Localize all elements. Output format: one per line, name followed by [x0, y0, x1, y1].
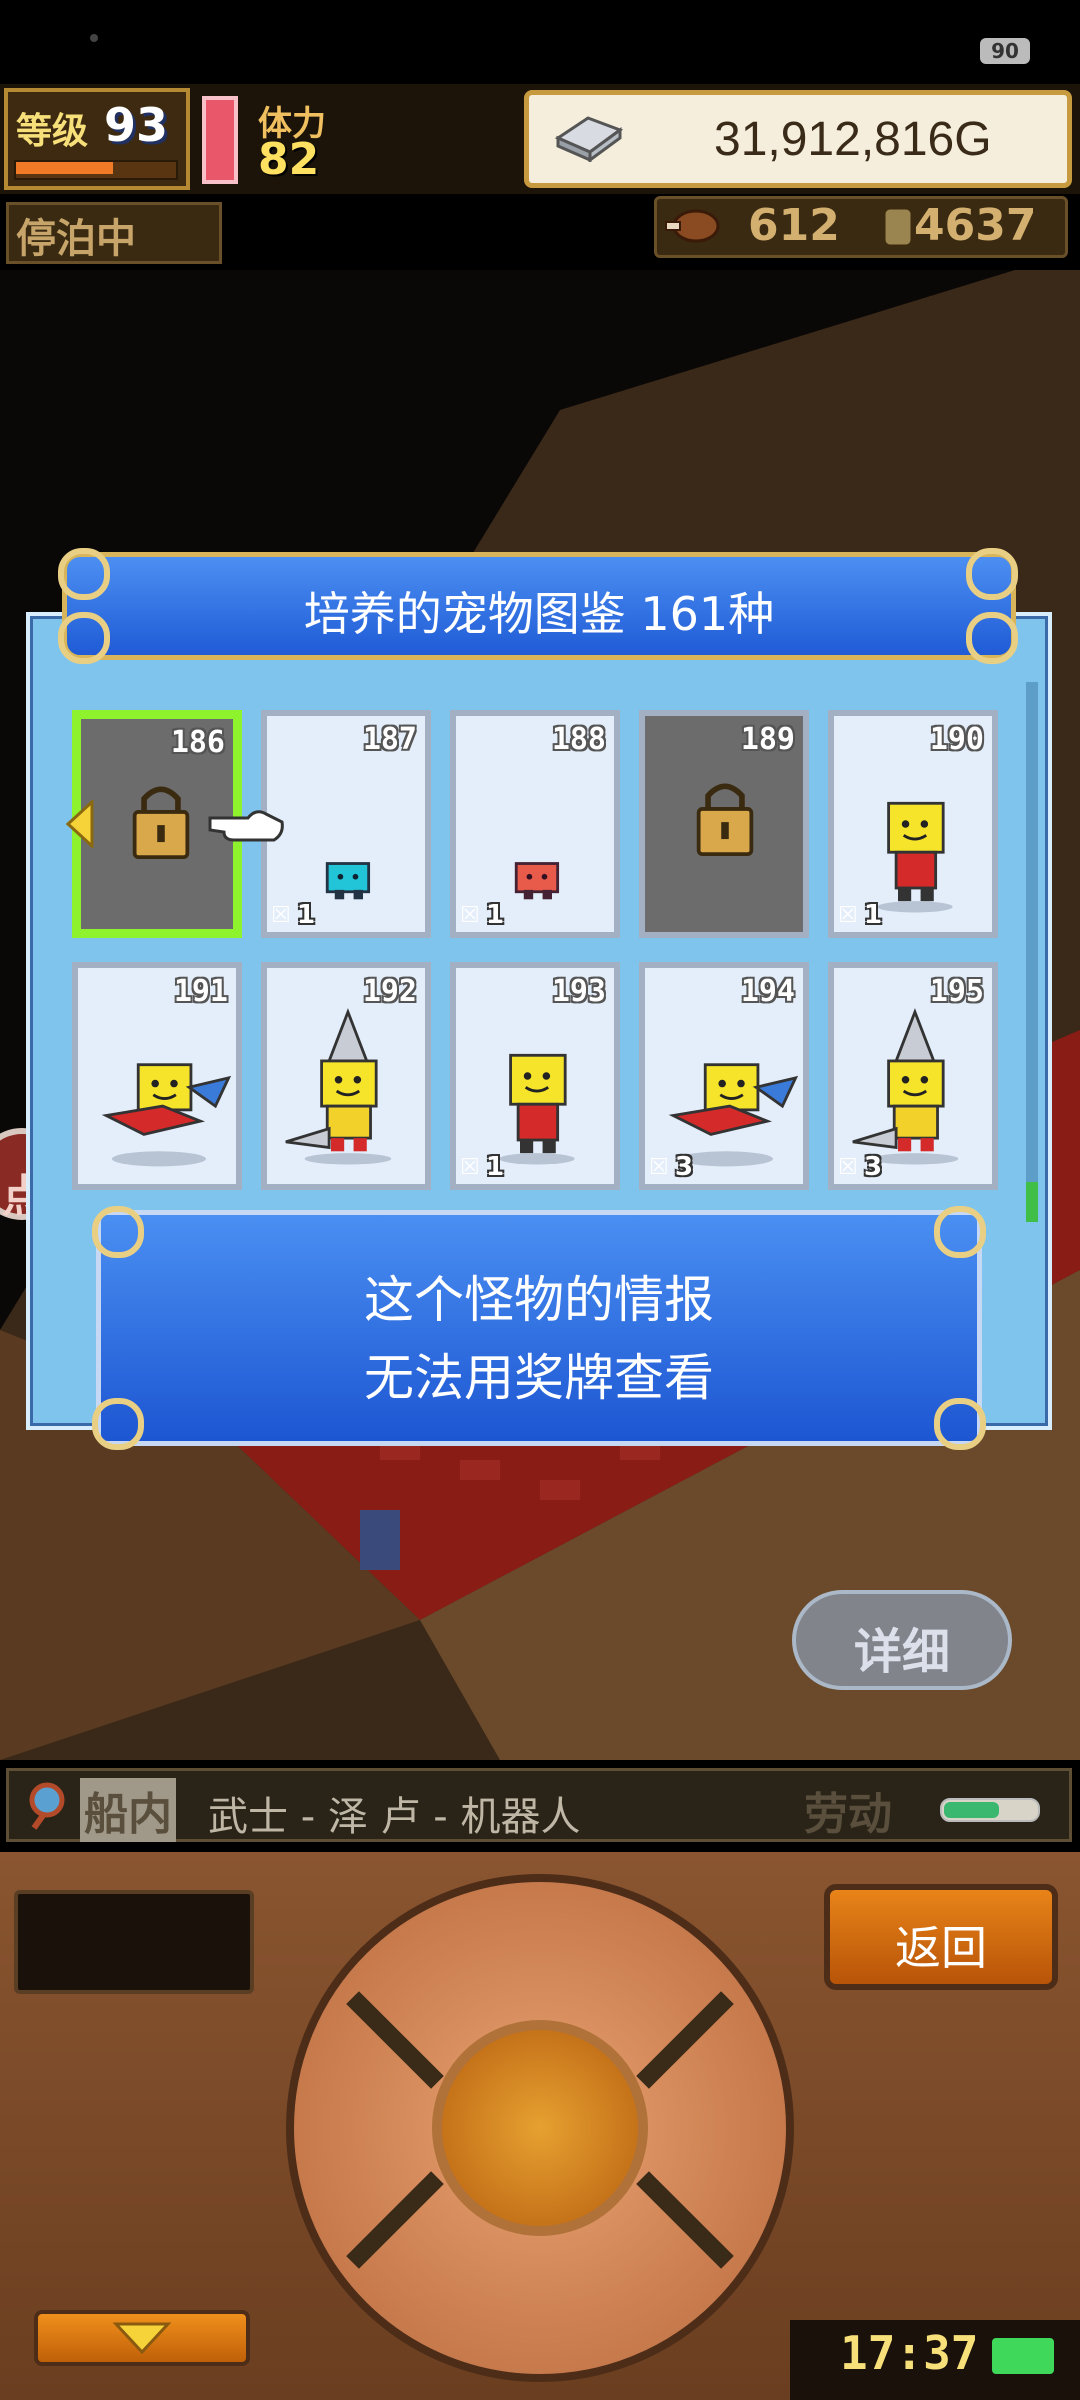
- multiply-icon: ☒: [649, 1155, 669, 1180]
- pet-number: 193: [551, 974, 606, 1009]
- level-label: 等级: [16, 111, 89, 152]
- scrollbar-thumb[interactable]: [1026, 1182, 1038, 1222]
- down-arrow-icon: [112, 2322, 172, 2354]
- pet-number: 195: [929, 974, 984, 1009]
- pet-count: 3: [864, 1152, 883, 1182]
- selection-arrow-icon: [66, 800, 94, 848]
- gold-amount: 31,912,816G: [714, 113, 992, 166]
- pet-count: 1: [297, 900, 316, 930]
- pet-card[interactable]: 190 ☒ 1: [828, 710, 998, 938]
- map-pin-icon: [29, 1782, 65, 1830]
- multiply-icon: ☒: [271, 903, 291, 928]
- job-progress-fill: [944, 1802, 999, 1818]
- multiply-icon: ☒: [460, 1155, 480, 1180]
- pet-card[interactable]: 194 ☒ 3: [639, 962, 809, 1190]
- pet-number: 186: [170, 725, 225, 760]
- pet-number: 188: [551, 722, 606, 757]
- pet-card[interactable]: 191: [72, 962, 242, 1190]
- detail-button-label: 详细: [853, 1624, 950, 1680]
- empty-slot: [14, 1890, 254, 1994]
- medal-count: 4637: [914, 200, 1037, 251]
- food-count: 612: [748, 200, 840, 251]
- pet-number: 192: [362, 974, 417, 1009]
- level-value: 93: [104, 98, 169, 152]
- stamina-value: 82: [258, 134, 320, 185]
- multiply-icon: ☒: [460, 903, 480, 928]
- pet-count: 1: [486, 1152, 505, 1182]
- meat-icon: [665, 209, 720, 243]
- location-label: 船内: [80, 1778, 176, 1842]
- pet-card[interactable]: 192: [261, 962, 431, 1190]
- pet-card[interactable]: 187 ☒ 1: [261, 710, 431, 938]
- pet-number: 190: [929, 722, 984, 757]
- pet-number: 194: [740, 974, 795, 1009]
- info-corner-ornament: [92, 1206, 144, 1258]
- dock-status-label: 停泊中: [16, 216, 136, 262]
- info-corner-ornament: [934, 1206, 986, 1258]
- pet-number: 187: [362, 722, 417, 757]
- experience-bar-fill: [16, 162, 113, 174]
- pet-count: 1: [486, 900, 505, 930]
- pet-count: 3: [675, 1152, 694, 1182]
- camera-dot: [90, 34, 98, 42]
- location-path: 武士 - 泽 卢 - 机器人: [208, 1794, 581, 1840]
- pet-number: 191: [173, 974, 228, 1009]
- info-message-line2: 无法用奖牌查看: [364, 1349, 714, 1407]
- info-message-line1: 这个怪物的情报: [364, 1271, 714, 1329]
- back-button-label: 返回: [895, 1921, 987, 1975]
- pointing-hand-icon: [208, 810, 284, 842]
- pet-card[interactable]: 193 ☒ 1: [450, 962, 620, 1190]
- pet-card[interactable]: 188 ☒ 1: [450, 710, 620, 938]
- character-sprite: [360, 1510, 400, 1570]
- multiply-icon: ☒: [838, 903, 858, 928]
- medal-icon: [882, 206, 914, 248]
- battery-indicator: 90: [980, 38, 1030, 64]
- encyclopedia-title: 培养的宠物图鉴 161种: [303, 587, 775, 641]
- pet-number: 189: [740, 722, 795, 757]
- health-gauge: [202, 96, 238, 184]
- scrollbar-track[interactable]: [1026, 682, 1038, 1222]
- job-status-label: 劳动: [804, 1789, 892, 1840]
- game-clock: 17:37: [840, 2326, 979, 2380]
- pet-count: 1: [864, 900, 883, 930]
- silver-bar-icon: [554, 116, 624, 162]
- pet-card[interactable]: 189: [639, 710, 809, 938]
- multiply-icon: ☒: [838, 1155, 858, 1180]
- system-status-bar: 90: [0, 0, 1080, 84]
- pet-card[interactable]: 195 ☒ 3: [828, 962, 998, 1190]
- battery-icon: [992, 2338, 1054, 2374]
- action-button[interactable]: [432, 2020, 648, 2236]
